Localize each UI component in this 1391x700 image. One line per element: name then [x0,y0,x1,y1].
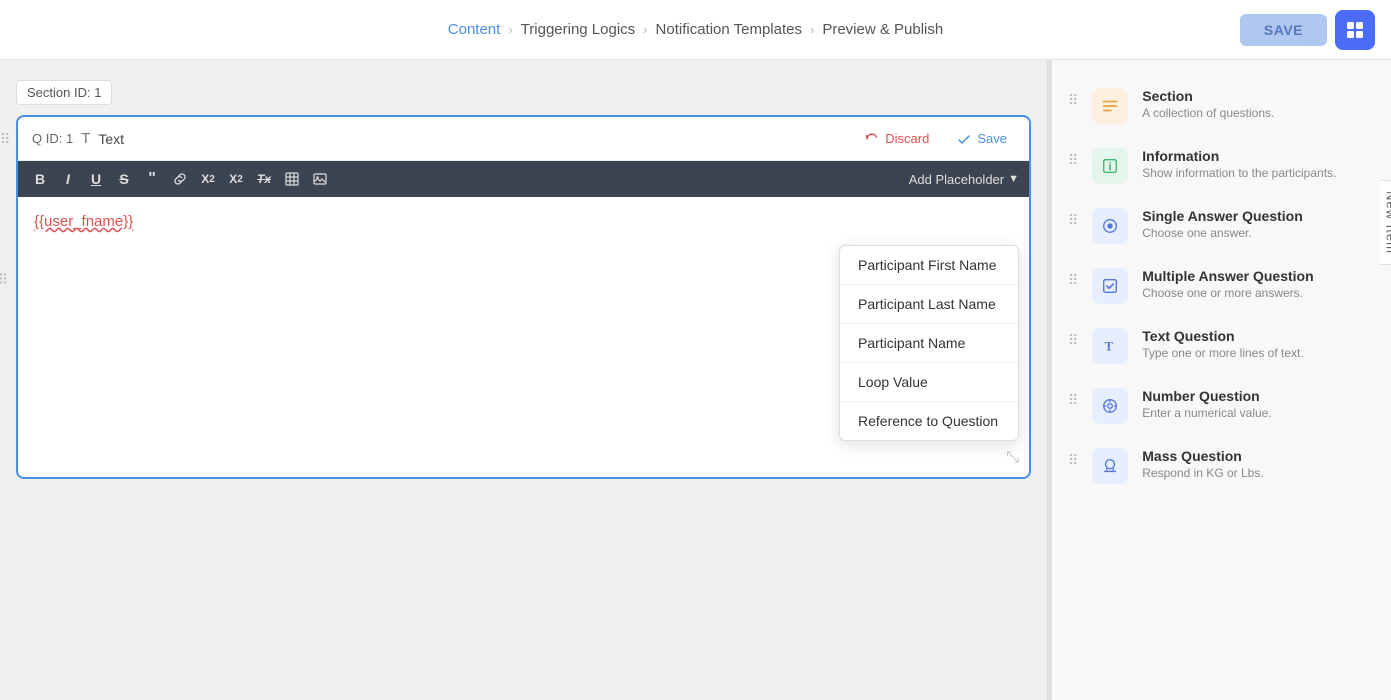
information-icon [1092,148,1128,184]
multiple-answer-desc: Choose one or more answers. [1142,286,1375,300]
section-drag-handle[interactable]: ⠿ [0,271,8,288]
add-placeholder-button[interactable]: Add Placeholder ▼ [909,172,1019,187]
multiple-answer-item-info: Multiple Answer Question Choose one or m… [1142,268,1375,300]
new-item-tab[interactable]: + New Item [1380,180,1391,265]
question-save-button[interactable]: Save [949,127,1015,150]
section-desc: A collection of questions. [1142,106,1375,120]
item-drag-number[interactable]: ⠿ [1068,388,1078,409]
number-question-desc: Enter a numerical value. [1142,406,1375,420]
information-desc: Show information to the participants. [1142,166,1375,180]
question-drag-handle[interactable]: ⠿ [0,131,10,148]
placeholder-dropdown: Participant First Name Participant Last … [839,245,1019,441]
item-drag-information[interactable]: ⠿ [1068,148,1078,169]
top-navigation: Content › Triggering Logics › Notificati… [0,0,1391,60]
right-sidebar: + New Item 🔒 Properties ⠿ Section A coll… [1051,60,1391,700]
number-question-title: Number Question [1142,388,1375,404]
mass-question-icon [1092,448,1128,484]
information-title: Information [1142,148,1375,164]
sidebar-item-multiple-answer[interactable]: ⠿ Multiple Answer Question Choose one or… [1052,256,1391,316]
subscript-button[interactable]: X2 [196,169,220,189]
link-button[interactable] [168,169,192,189]
resize-handle[interactable]: ⤡ [1006,449,1019,467]
question-id-label: Q ID: 1 [32,131,73,146]
single-answer-item-info: Single Answer Question Choose one answer… [1142,208,1375,240]
section-item-info: Section A collection of questions. [1142,88,1375,120]
number-question-item-info: Number Question Enter a numerical value. [1142,388,1375,420]
italic-button[interactable]: I [56,168,80,190]
image-button[interactable] [308,169,332,189]
question-block: ⠿ Q ID: 1 T Text Discard [16,115,1031,479]
nav-arrow-1: › [508,22,512,37]
table-button[interactable] [280,169,304,189]
information-item-info: Information Show information to the part… [1142,148,1375,180]
chevron-down-icon: ▼ [1008,173,1019,185]
text-question-item-info: Text Question Type one or more lines of … [1142,328,1375,360]
sidebar-item-single-answer[interactable]: ⠿ Single Answer Question Choose one answ… [1052,196,1391,256]
underline-button[interactable]: U [84,168,108,190]
grid-icon-button[interactable] [1335,10,1375,50]
text-question-title: Text Question [1142,328,1375,344]
bold-button[interactable]: B [28,168,52,190]
dropdown-item-loop-value[interactable]: Loop Value [840,363,1018,402]
content-area: ⠿ Section ID: 1 ⠿ Q ID: 1 T Text Disc [0,60,1047,700]
item-drag-multi[interactable]: ⠿ [1068,268,1078,289]
nav-steps: Content › Triggering Logics › Notificati… [448,21,943,38]
dropdown-item-name[interactable]: Participant Name [840,324,1018,363]
save-button[interactable]: SAVE [1240,14,1327,46]
main-layout: ⠿ Section ID: 1 ⠿ Q ID: 1 T Text Disc [0,60,1391,700]
dropdown-item-first-name[interactable]: Participant First Name [840,246,1018,285]
sidebar-item-information[interactable]: ⠿ Information Show information to the pa… [1052,136,1391,196]
sidebar-item-section[interactable]: ⠿ Section A collection of questions. [1052,76,1391,136]
sidebar-item-mass-question[interactable]: ⠿ Mass Question Respond in KG or Lbs. [1052,436,1391,496]
section-block: ⠿ Section ID: 1 ⠿ Q ID: 1 T Text Disc [16,80,1031,479]
new-item-label: New Item [1384,191,1391,254]
mass-question-desc: Respond in KG or Lbs. [1142,466,1375,480]
section-id-label: Section ID: 1 [16,80,112,105]
nav-arrow-3: › [810,22,814,37]
dropdown-item-reference[interactable]: Reference to Question [840,402,1018,440]
nav-step-notification[interactable]: Notification Templates [656,21,802,38]
number-question-icon [1092,388,1128,424]
question-type-label: Text [98,131,124,147]
discard-button[interactable]: Discard [857,127,937,150]
clear-format-button[interactable]: Tx [252,169,276,189]
single-answer-desc: Choose one answer. [1142,226,1375,240]
mass-question-title: Mass Question [1142,448,1375,464]
editor-content[interactable]: {{user_fname}} Participant First Name Pa… [18,197,1029,477]
sidebar-items-list: ⠿ Section A collection of questions. ⠿ I… [1052,60,1391,512]
strikethrough-button[interactable]: S [112,168,136,190]
multiple-answer-icon [1092,268,1128,304]
nav-right-actions: SAVE [1240,10,1375,50]
editor-toolbar: B I U S " X2 X2 Tx [18,161,1029,197]
item-drag-text[interactable]: ⠿ [1068,328,1078,349]
mass-question-item-info: Mass Question Respond in KG or Lbs. [1142,448,1375,480]
nav-step-content[interactable]: Content [448,21,501,38]
placeholder-variable: {{user_fname}} [34,213,133,230]
section-icon [1092,88,1128,124]
item-drag-section[interactable]: ⠿ [1068,88,1078,109]
superscript-button[interactable]: X2 [224,169,248,189]
dropdown-item-last-name[interactable]: Participant Last Name [840,285,1018,324]
single-answer-title: Single Answer Question [1142,208,1375,224]
section-title: Section [1142,88,1375,104]
sidebar-item-text-question[interactable]: ⠿ T Text Question Type one or more lines… [1052,316,1391,376]
quote-button[interactable]: " [140,167,164,191]
text-question-desc: Type one or more lines of text. [1142,346,1375,360]
item-drag-mass[interactable]: ⠿ [1068,448,1078,469]
nav-arrow-2: › [643,22,647,37]
svg-text:T: T [1105,340,1114,354]
sidebar-item-number-question[interactable]: ⠿ Number Question Enter a numerical valu… [1052,376,1391,436]
multiple-answer-title: Multiple Answer Question [1142,268,1375,284]
single-answer-icon [1092,208,1128,244]
nav-step-triggering[interactable]: Triggering Logics [521,21,636,38]
question-header: Q ID: 1 T Text Discard [18,117,1029,161]
nav-step-preview[interactable]: Preview & Publish [822,21,943,38]
item-drag-single[interactable]: ⠿ [1068,208,1078,229]
question-actions: Discard Save [857,127,1015,150]
text-question-icon: T [1092,328,1128,364]
text-type-icon: T [81,130,90,147]
